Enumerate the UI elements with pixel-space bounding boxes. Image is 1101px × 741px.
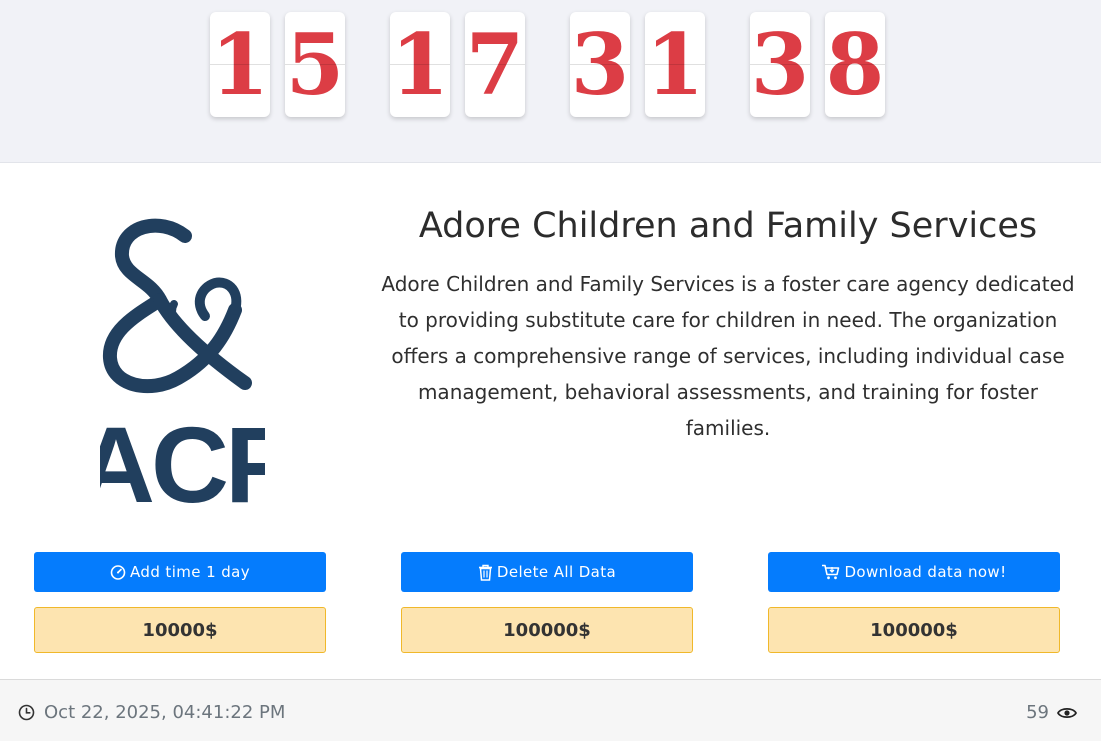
countdown-digit: 7: [465, 12, 525, 117]
delete-all-data-price: 100000$: [401, 607, 693, 653]
timer-icon: [110, 565, 126, 580]
timestamp-area: Oct 22, 2025, 04:41:22 PM: [18, 702, 285, 723]
countdown-digit: 3: [570, 12, 630, 117]
view-count: 59: [1026, 702, 1077, 723]
digit-text: 1: [210, 15, 270, 114]
delete-all-data-label: Delete All Data: [496, 563, 617, 581]
org-description: Adore Children and Family Services is a …: [381, 272, 1075, 440]
view-count-text: 59: [1026, 702, 1049, 723]
delete-all-data-button[interactable]: Delete All Data: [401, 552, 693, 592]
countdown-digit: 3: [750, 12, 810, 117]
countdown-digit: 1: [645, 12, 705, 117]
cart-icon: [822, 564, 840, 580]
digit-text: 5: [285, 15, 345, 114]
add-time-label: Add time 1 day: [130, 563, 250, 581]
digit-text: 3: [750, 15, 810, 114]
logo-lettering: ACF: [100, 404, 265, 508]
trash-icon: [478, 564, 492, 581]
digit-text: 3: [570, 15, 630, 114]
add-time-button[interactable]: Add time 1 day: [34, 552, 326, 592]
digit-text: 1: [390, 15, 450, 114]
countdown-digit: 1: [390, 12, 450, 117]
download-data-price: 100000$: [768, 607, 1060, 653]
digit-text: 1: [645, 15, 705, 114]
digit-text: 7: [465, 15, 525, 114]
download-data-button[interactable]: Download data now!: [768, 552, 1060, 592]
countdown-digit: 8: [825, 12, 885, 117]
timestamp-text: Oct 22, 2025, 04:41:22 PM: [44, 702, 286, 723]
countdown-digit: 1: [210, 12, 270, 117]
footer: Oct 22, 2025, 04:41:22 PM 59: [0, 679, 1101, 741]
acf-logo: ACF: [100, 218, 265, 508]
eye-icon: [1057, 707, 1077, 718]
digit-text: 8: [825, 15, 885, 114]
countdown-digit: 5: [285, 12, 345, 117]
clock-icon: [18, 704, 35, 721]
countdown-header: 1 5 1 7 3 1 3 8: [0, 0, 1101, 163]
org-title: Adore Children and Family Services: [418, 206, 1038, 246]
add-time-price: 10000$: [34, 607, 326, 653]
download-data-label: Download data now!: [844, 563, 1007, 581]
